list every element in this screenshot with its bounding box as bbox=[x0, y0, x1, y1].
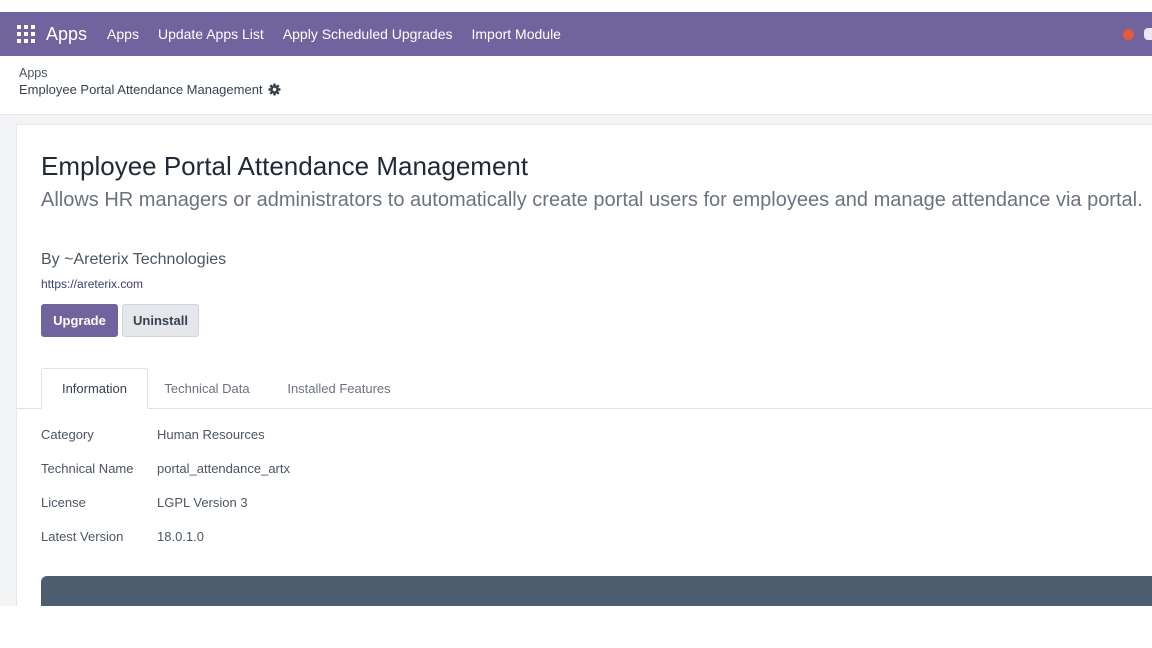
tab-information[interactable]: Information bbox=[41, 368, 148, 409]
field-label-category: Category bbox=[41, 427, 94, 442]
navbar-brand[interactable]: Apps bbox=[46, 24, 87, 45]
breadcrumb-current: Employee Portal Attendance Management bbox=[19, 82, 281, 97]
field-value-license: LGPL Version 3 bbox=[157, 495, 248, 510]
notification-dot-icon[interactable] bbox=[1123, 28, 1134, 40]
uninstall-button[interactable]: Uninstall bbox=[122, 304, 199, 337]
module-title: Employee Portal Attendance Management bbox=[41, 151, 529, 181]
menu-apply-scheduled-upgrades[interactable]: Apply Scheduled Upgrades bbox=[283, 26, 453, 42]
field-label-license: License bbox=[41, 495, 86, 510]
module-website-link[interactable]: https://areterix.com bbox=[41, 277, 143, 291]
tab-installed-features[interactable]: Installed Features bbox=[266, 368, 412, 408]
module-description-banner bbox=[41, 576, 1152, 606]
navbar-systray bbox=[1123, 12, 1152, 56]
field-value-technical-name: portal_attendance_artx bbox=[157, 461, 290, 476]
upgrade-button[interactable]: Upgrade bbox=[41, 304, 118, 337]
apps-grid-icon[interactable] bbox=[17, 25, 35, 43]
app-window: Apps Apps Update Apps List Apply Schedul… bbox=[0, 12, 1152, 606]
menu-update-apps-list[interactable]: Update Apps List bbox=[158, 26, 264, 42]
tab-technical-data[interactable]: Technical Data bbox=[148, 368, 266, 408]
module-author: By ~Areterix Technologies bbox=[41, 251, 227, 268]
top-navbar: Apps Apps Update Apps List Apply Schedul… bbox=[0, 12, 1152, 56]
field-label-technical-name: Technical Name bbox=[41, 461, 134, 476]
menu-apps[interactable]: Apps bbox=[107, 26, 139, 42]
module-form-sheet: Employee Portal Attendance Management Al… bbox=[16, 124, 1152, 606]
menu-import-module[interactable]: Import Module bbox=[471, 26, 560, 42]
chat-icon[interactable] bbox=[1144, 28, 1152, 40]
field-value-latest-version: 18.0.1.0 bbox=[157, 529, 204, 544]
field-label-latest-version: Latest Version bbox=[41, 529, 124, 544]
module-summary: Allows HR managers or administrators to … bbox=[41, 189, 1143, 211]
breadcrumb-current-label: Employee Portal Attendance Management bbox=[19, 82, 263, 97]
control-panel: Apps Employee Portal Attendance Manageme… bbox=[0, 56, 1152, 115]
breadcrumb-parent[interactable]: Apps bbox=[19, 66, 48, 80]
field-value-category: Human Resources bbox=[157, 427, 265, 442]
notebook-tabs: Information Technical Data Installed Fea… bbox=[17, 368, 1152, 409]
gear-icon[interactable] bbox=[267, 83, 281, 96]
